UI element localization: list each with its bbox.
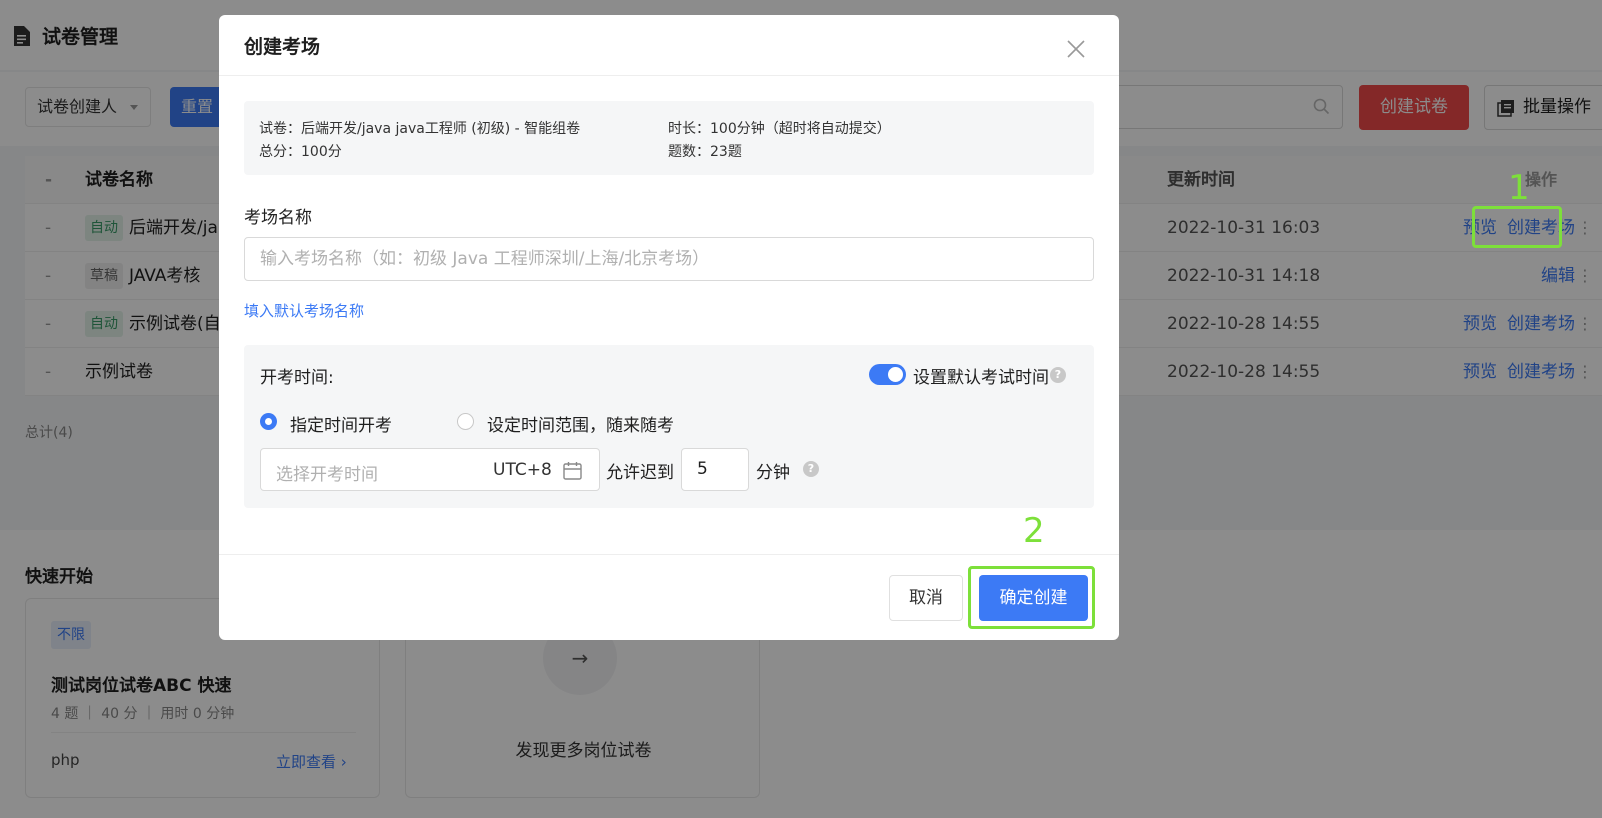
fill-default-name-link[interactable]: 填入默认考场名称: [244, 300, 364, 321]
help-icon[interactable]: ?: [1050, 367, 1066, 383]
duration-info: 时长：100分钟（超时将自动提交）: [668, 121, 891, 137]
modal-title: 创建考场: [244, 36, 321, 58]
highlight-box-1: [1472, 206, 1562, 248]
modal-header: 创建考场: [219, 15, 1119, 76]
radio-time-range-label[interactable]: 设定时间范围，随来随考: [487, 411, 674, 436]
question-count-info: 题数：23题: [668, 144, 742, 160]
default-time-toggle[interactable]: [869, 364, 906, 385]
score-info: 总分：100分: [259, 144, 342, 160]
marker-number-2: 2: [1023, 511, 1045, 551]
minute-unit-label: 分钟: [756, 463, 790, 483]
late-minutes-input[interactable]: 5: [681, 448, 749, 491]
create-exam-room-modal: 创建考场 试卷：后端开发/java java工程师 (初级) - 智能组卷 总分…: [219, 15, 1119, 640]
exam-room-name-input[interactable]: [244, 237, 1094, 281]
close-icon[interactable]: [1066, 39, 1086, 59]
paper-info-box: 试卷：后端开发/java java工程师 (初级) - 智能组卷 总分：100分…: [244, 101, 1094, 175]
cancel-button[interactable]: 取消: [889, 575, 963, 621]
default-time-toggle-label: 设置默认考试时间: [913, 368, 1049, 388]
calendar-icon[interactable]: [563, 461, 582, 480]
start-time-panel: 开考时间: 设置默认考试时间 ? 指定时间开考 设定时间范围，随来随考 选择开考…: [244, 345, 1094, 508]
marker-number-1: 1: [1508, 168, 1530, 208]
start-time-picker[interactable]: 选择开考时间 UTC+8: [260, 448, 600, 491]
toggle-knob: [888, 367, 903, 382]
timezone-label: UTC+8: [493, 460, 552, 480]
paper-info: 试卷：后端开发/java java工程师 (初级) - 智能组卷: [259, 121, 581, 137]
allow-late-label: 允许迟到: [606, 463, 674, 483]
start-time-placeholder: 选择开考时间: [276, 465, 378, 485]
modal-footer-divider: [219, 554, 1119, 555]
exam-room-name-label: 考场名称: [244, 208, 312, 228]
radio-time-range[interactable]: [457, 413, 474, 430]
start-time-label: 开考时间:: [260, 368, 334, 388]
radio-fixed-time-label[interactable]: 指定时间开考: [290, 411, 392, 436]
highlight-box-2: [968, 566, 1095, 629]
help-icon[interactable]: ?: [803, 461, 819, 477]
radio-fixed-time[interactable]: [260, 413, 277, 430]
